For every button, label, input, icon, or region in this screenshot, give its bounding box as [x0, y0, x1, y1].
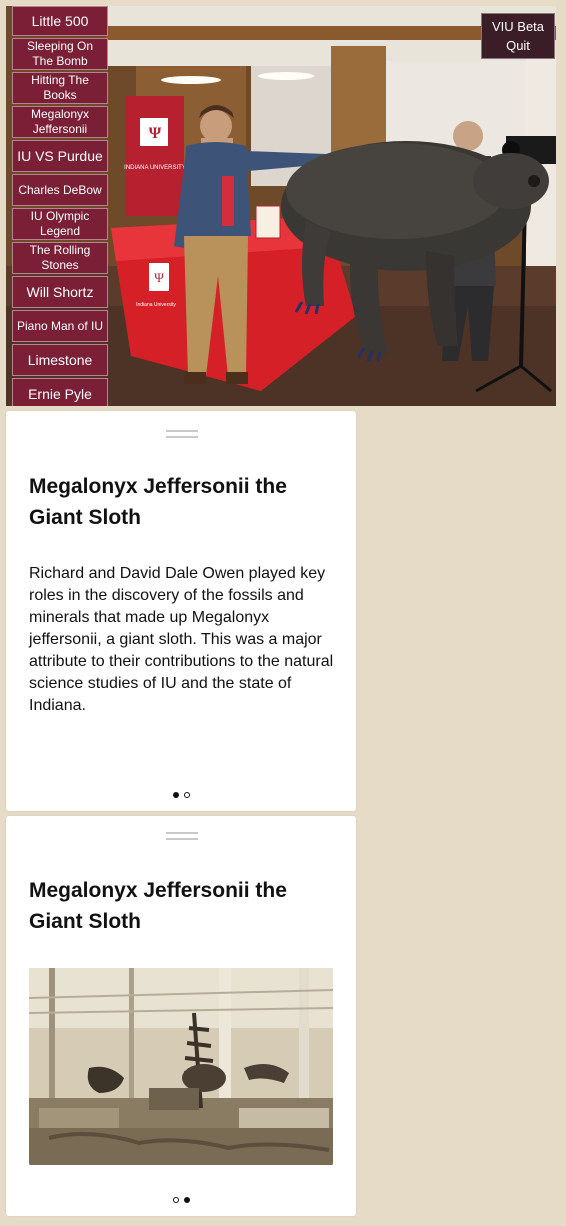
menu-item-label: Limestone — [27, 351, 93, 368]
menu-item-the-rolling-stones[interactable]: The Rolling Stones — [12, 242, 108, 274]
info-card-text[interactable]: Megalonyx Jeffersonii the Giant Sloth Ri… — [6, 411, 356, 811]
menu-item-ernie-pyle[interactable]: Ernie Pyle — [12, 378, 108, 406]
menu-item-label: Will Shortz — [26, 283, 94, 300]
menu-item-label: Megalonyx Jeffersonii — [30, 107, 90, 136]
page-dot-1[interactable] — [172, 1197, 179, 1203]
quit-label: Quit — [506, 38, 530, 53]
menu-item-label: IU VS Purdue — [17, 147, 103, 164]
card-body-text: Richard and David Dale Owen played key r… — [29, 565, 334, 714]
card-title: Megalonyx Jeffersonii the Giant Sloth — [29, 879, 287, 933]
menu-item-will-shortz[interactable]: Will Shortz — [12, 276, 108, 308]
viu-beta-quit-button[interactable]: VIU Beta Quit — [481, 13, 555, 59]
menu-item-label: Charles DeBow — [18, 182, 102, 197]
viu-beta-label: VIU Beta — [491, 19, 545, 34]
menu-item-label: Hitting The Books — [31, 73, 89, 102]
menu-item-sleeping-on-the-bomb[interactable]: Sleeping On The Bomb — [12, 38, 108, 70]
page-dot-2[interactable] — [183, 792, 190, 798]
menu-item-label: The Rolling Stones — [29, 243, 91, 272]
menu-item-label: Sleeping On The Bomb — [26, 39, 94, 68]
menu-item-little-500[interactable]: Little 500 — [12, 6, 108, 36]
menu-item-hitting-the-books[interactable]: Hitting The Books — [12, 72, 108, 104]
page-dot-2[interactable] — [183, 1197, 190, 1203]
menu-item-label: IU Olympic Legend — [30, 209, 90, 238]
svg-text:Ψ: Ψ — [149, 125, 162, 142]
info-card-photo[interactable]: Megalonyx Jeffersonii the Giant Sloth — [6, 816, 356, 1216]
menu-item-charles-debow[interactable]: Charles DeBow — [12, 174, 108, 206]
menu-item-piano-man-of-iu[interactable]: Piano Man of IU — [12, 310, 108, 342]
menu-item-iu-olympic-legend[interactable]: IU Olympic Legend — [12, 208, 108, 240]
ar-camera-view[interactable]: Ψ INDIANA UNIVERSITY Ψ Indiana Universit… — [6, 6, 556, 406]
menu-item-label: Piano Man of IU — [16, 318, 104, 333]
page-indicator — [6, 792, 356, 798]
historic-museum-photo — [29, 968, 333, 1165]
story-menu: Little 500 Sleeping On The Bomb Hitting … — [12, 6, 110, 406]
menu-item-label: Little 500 — [31, 12, 89, 29]
menu-item-label: Ernie Pyle — [28, 385, 92, 402]
page-indicator — [6, 1197, 356, 1203]
page-dot-1[interactable] — [172, 792, 179, 798]
banner-text: INDIANA UNIVERSITY — [124, 165, 186, 171]
tablecloth-text: Indiana University — [136, 302, 176, 308]
menu-item-limestone[interactable]: Limestone — [12, 344, 108, 376]
svg-text:Ψ: Ψ — [154, 270, 164, 285]
menu-item-megalonyx-jeffersonii[interactable]: Megalonyx Jeffersonii — [12, 106, 108, 138]
drag-handle[interactable] — [166, 832, 198, 840]
menu-item-iu-vs-purdue[interactable]: IU VS Purdue — [12, 140, 108, 172]
drag-handle[interactable] — [166, 430, 198, 438]
card-title: Megalonyx Jeffersonii the Giant Sloth — [29, 475, 287, 529]
